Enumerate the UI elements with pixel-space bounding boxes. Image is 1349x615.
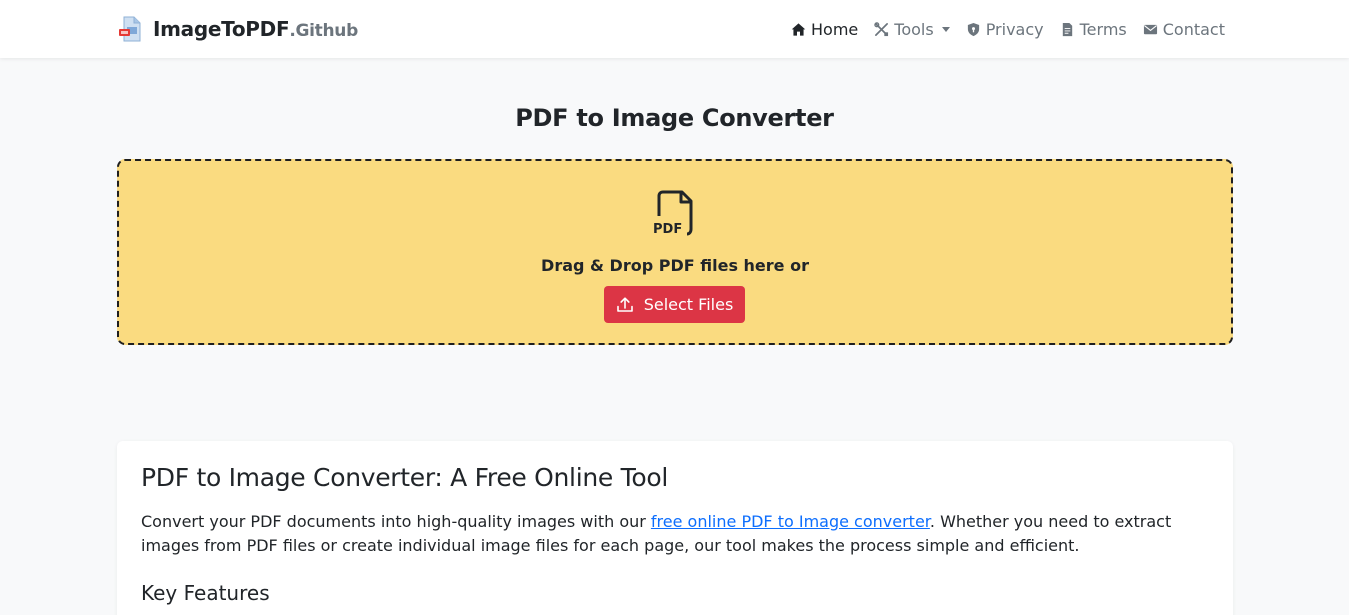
document-icon — [1062, 22, 1072, 36]
file-dropzone[interactable]: PDF Drag & Drop PDF files here or Select… — [117, 159, 1233, 345]
brand-logo-icon — [119, 16, 141, 42]
nav-privacy[interactable]: Privacy — [966, 20, 1044, 39]
nav-terms-label: Terms — [1079, 19, 1127, 39]
upload-icon — [616, 296, 633, 312]
shield-icon — [967, 22, 979, 36]
nav-terms[interactable]: Terms — [1060, 20, 1127, 39]
info-card: PDF to Image Converter: A Free Online To… — [117, 441, 1233, 615]
brand-suffix: .Github — [289, 21, 358, 41]
converter-link[interactable]: free online PDF to Image converter — [651, 512, 930, 531]
pdf-file-icon: PDF — [653, 190, 693, 237]
home-icon — [791, 22, 806, 36]
envelope-icon — [1143, 24, 1157, 34]
nav-home[interactable]: Home — [791, 20, 858, 39]
top-navbar: ImageToPDF.Github Home Tools Privacy Ter… — [0, 0, 1349, 58]
brand-link[interactable]: ImageToPDF.Github — [117, 14, 358, 44]
brand-name: ImageToPDF.Github — [153, 17, 358, 41]
nav-contact-label: Contact — [1162, 19, 1225, 39]
info-title: PDF to Image Converter: A Free Online To… — [141, 463, 668, 492]
chevron-down-icon — [941, 26, 950, 32]
nav-contact[interactable]: Contact — [1143, 20, 1225, 39]
page-title: PDF to Image Converter — [515, 104, 834, 132]
info-para-before: Convert your PDF documents into high-qua… — [141, 512, 651, 531]
main-nav: Home Tools Privacy Terms Contact — [791, 0, 1225, 58]
pdf-icon-label: PDF — [653, 222, 682, 237]
nav-tools-label: Tools — [894, 19, 934, 39]
nav-tools-dropdown[interactable]: Tools — [874, 19, 950, 39]
nav-privacy-label: Privacy — [985, 19, 1044, 39]
select-files-label: Select Files — [643, 295, 734, 314]
dropzone-instructions: Drag & Drop PDF files here or — [541, 256, 809, 275]
tools-icon — [874, 21, 889, 36]
info-paragraph: Convert your PDF documents into high-qua… — [141, 510, 1191, 558]
nav-home-label: Home — [811, 19, 859, 39]
select-files-button[interactable]: Select Files — [604, 286, 745, 323]
key-features-heading: Key Features — [141, 581, 270, 605]
